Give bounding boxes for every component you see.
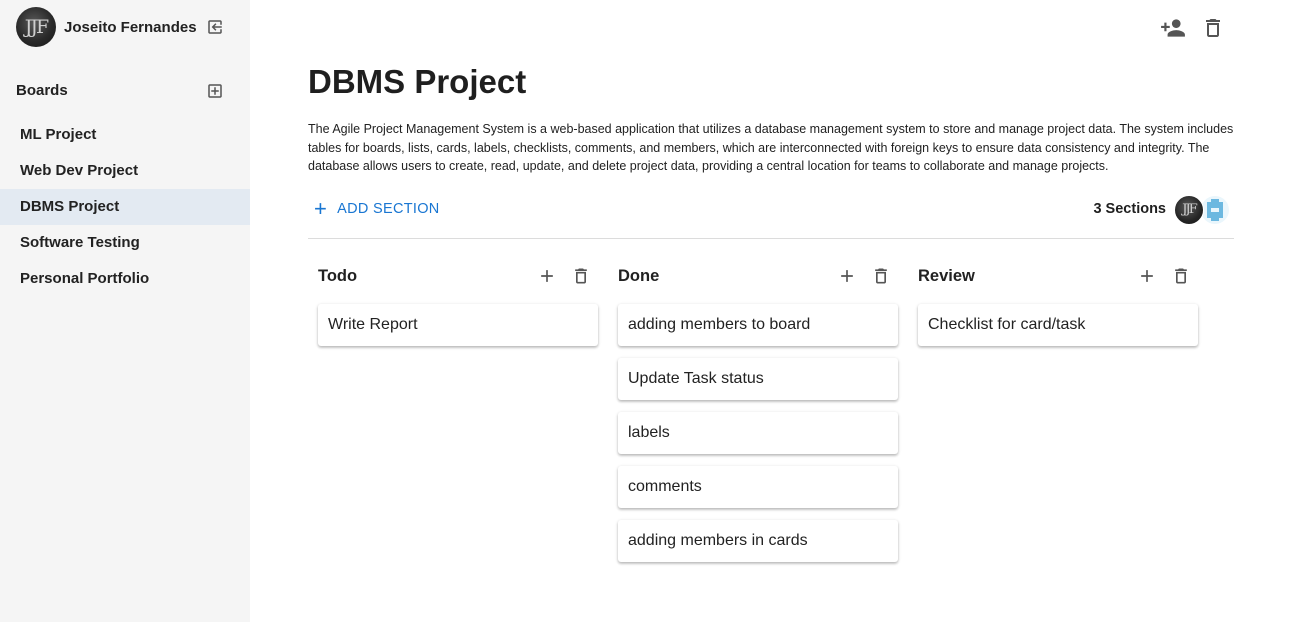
add-box-icon[interactable]	[206, 82, 224, 100]
avatar[interactable]: JJF	[16, 7, 56, 47]
section-header: Todo	[318, 262, 598, 290]
section-header: Done	[618, 262, 898, 290]
delete-section-icon[interactable]	[1171, 266, 1191, 286]
member-avatar[interactable]: JJF	[1174, 195, 1204, 225]
section-columns: Todo Write Report Done adding members to…	[318, 262, 1218, 574]
add-section-button[interactable]: + ADD SECTION	[314, 198, 440, 220]
board-actions	[1160, 15, 1226, 41]
add-card-icon[interactable]	[1137, 266, 1157, 286]
delete-section-icon[interactable]	[571, 266, 591, 286]
add-section-label: ADD SECTION	[337, 201, 440, 217]
delete-icon[interactable]	[1200, 15, 1226, 41]
section-column-todo: Todo Write Report	[318, 262, 598, 574]
plus-icon: +	[314, 196, 328, 221]
section-title[interactable]: Review	[918, 267, 975, 285]
sidebar-item-software-testing[interactable]: Software Testing	[0, 225, 250, 261]
sidebar-item-dbms-project[interactable]: DBMS Project	[0, 189, 250, 225]
sidebar-item-ml-project[interactable]: ML Project	[0, 117, 250, 153]
sidebar-item-personal-portfolio[interactable]: Personal Portfolio	[0, 261, 250, 297]
section-column-done: Done adding members to board Update Task…	[618, 262, 898, 574]
sections-count: 3 Sections	[1093, 201, 1166, 217]
task-card[interactable]: Write Report	[318, 304, 598, 346]
logout-icon[interactable]	[206, 18, 224, 36]
task-card[interactable]: comments	[618, 466, 898, 508]
page-title[interactable]: DBMS Project	[308, 62, 526, 102]
task-card[interactable]: adding members in cards	[618, 520, 898, 562]
task-card[interactable]: Update Task status	[618, 358, 898, 400]
board-description[interactable]: The Agile Project Management System is a…	[308, 120, 1234, 176]
sidebar-item-web-dev-project[interactable]: Web Dev Project	[0, 153, 250, 189]
section-title[interactable]: Done	[618, 267, 659, 285]
task-card[interactable]: labels	[618, 412, 898, 454]
user-row: JJF Joseito Fernandes	[16, 7, 234, 47]
member-avatars: JJF	[1174, 195, 1230, 225]
board-list: ML Project Web Dev Project DBMS Project …	[0, 117, 250, 297]
task-card[interactable]: Checklist for card/task	[918, 304, 1198, 346]
sidebar: JJF Joseito Fernandes Boards ML Project …	[0, 0, 250, 622]
divider	[308, 238, 1234, 239]
card-list: adding members to board Update Task stat…	[618, 304, 898, 562]
section-bar: + ADD SECTION 3 Sections JJF	[308, 195, 1234, 225]
delete-section-icon[interactable]	[871, 266, 891, 286]
boards-header: Boards	[16, 80, 234, 102]
section-title[interactable]: Todo	[318, 267, 357, 285]
card-list: Write Report	[318, 304, 598, 346]
add-card-icon[interactable]	[837, 266, 857, 286]
card-list: Checklist for card/task	[918, 304, 1198, 346]
add-card-icon[interactable]	[537, 266, 557, 286]
section-header: Review	[918, 262, 1198, 290]
boards-title: Boards	[16, 82, 68, 99]
task-card[interactable]: adding members to board	[618, 304, 898, 346]
person-add-icon[interactable]	[1160, 15, 1186, 41]
user-name: Joseito Fernandes	[64, 18, 197, 36]
member-avatar[interactable]	[1200, 195, 1230, 225]
section-column-review: Review Checklist for card/task	[918, 262, 1198, 574]
